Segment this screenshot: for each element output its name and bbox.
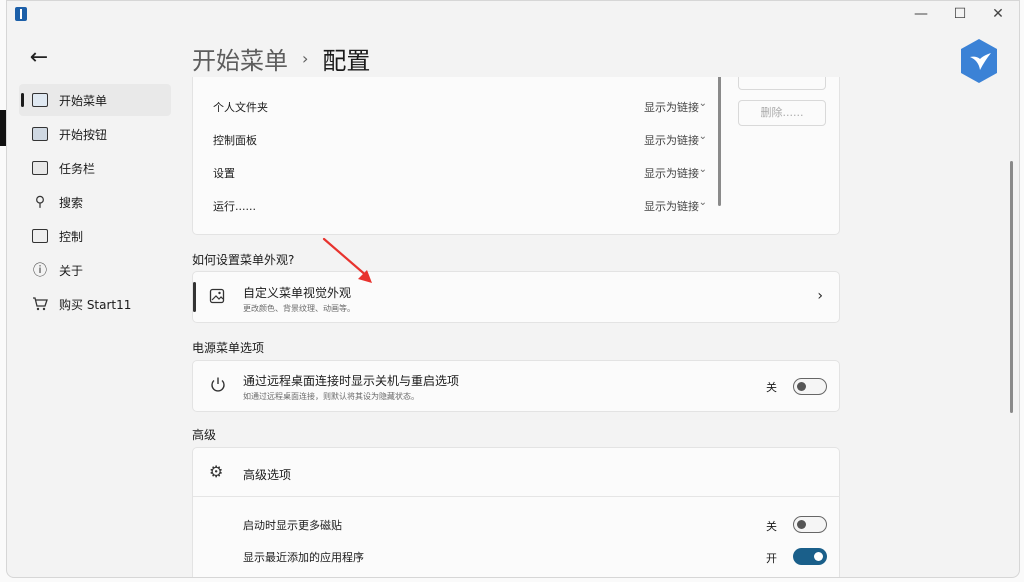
close-button[interactable]: ✕ bbox=[982, 3, 1014, 25]
add-button[interactable] bbox=[738, 77, 826, 90]
folders-scrollbar[interactable] bbox=[718, 77, 721, 206]
section-title-appearance: 如何设置菜单外观? bbox=[192, 253, 295, 267]
main-scrollbar[interactable] bbox=[1010, 161, 1013, 413]
sidebar-item-label: 任务栏 bbox=[59, 161, 96, 176]
cart-icon bbox=[31, 295, 49, 313]
chevron-down-icon[interactable]: ⌄ bbox=[699, 131, 707, 142]
advanced-row-label: 显示最近添加的应用程序 bbox=[243, 551, 364, 564]
more-tiles-toggle[interactable] bbox=[793, 516, 827, 533]
back-button[interactable]: ← bbox=[25, 45, 53, 73]
power-option-subtitle: 如通过远程桌面连接，则默认将其设为隐藏状态。 bbox=[243, 392, 419, 401]
advanced-row-label: 启动时显示更多磁贴 bbox=[243, 519, 342, 532]
folders-card: 个人文件夹 显示为链接 ⌄ 控制面板 显示为链接 ⌄ 设置 显示为链接 ⌄ 运行… bbox=[192, 77, 840, 235]
settings-content: 个人文件夹 显示为链接 ⌄ 控制面板 显示为链接 ⌄ 设置 显示为链接 ⌄ 运行… bbox=[192, 77, 840, 577]
chevron-down-icon[interactable]: ⌄ bbox=[699, 98, 707, 109]
folder-row-name: 控制面板 bbox=[213, 134, 257, 147]
taskbar-icon bbox=[31, 159, 49, 177]
page-title: 开始菜单 › 配置 bbox=[192, 41, 370, 76]
sidebar-item-buy[interactable]: 购买 Start11 bbox=[19, 288, 171, 320]
sidebar-item-about[interactable]: ⓘ 关于 bbox=[19, 254, 171, 286]
sidebar-item-search[interactable]: ⚲ 搜索 bbox=[19, 186, 171, 218]
arrow-left-icon: ← bbox=[29, 45, 49, 70]
sidebar-item-taskbar[interactable]: 任务栏 bbox=[19, 152, 171, 184]
advanced-options-header: 高级选项 bbox=[243, 468, 292, 482]
breadcrumb-parent[interactable]: 开始菜单 bbox=[192, 41, 288, 76]
app-window: — ☐ ✕ ← 开始菜单 开始按钮 任务栏 ⚲ 搜索 控制 ⓘ 关于 购买 St… bbox=[6, 0, 1020, 578]
folder-row-name: 个人文件夹 bbox=[213, 101, 268, 114]
search-icon: ⚲ bbox=[34, 194, 46, 210]
toggle-state-label: 关 bbox=[766, 381, 777, 394]
advanced-options-card: ⚙ 高级选项 启动时显示更多磁贴 关 显示最近添加的应用程序 开 bbox=[192, 447, 840, 577]
power-option-item: 通过远程桌面连接时显示关机与重启选项 如通过远程桌面连接，则默认将其设为隐藏状态… bbox=[192, 360, 840, 412]
start11-logo-icon bbox=[961, 39, 997, 83]
app-icon bbox=[15, 7, 27, 21]
power-icon bbox=[209, 376, 227, 398]
sidebar-item-label: 购买 Start11 bbox=[59, 297, 132, 312]
breadcrumb-current: 配置 bbox=[322, 47, 371, 75]
chevron-down-icon[interactable]: ⌄ bbox=[699, 164, 707, 175]
focus-indicator bbox=[193, 282, 196, 312]
delete-button[interactable]: 删除...... bbox=[738, 100, 826, 126]
recent-apps-toggle[interactable] bbox=[793, 548, 827, 565]
chevron-right-icon: › bbox=[817, 288, 823, 304]
annotation-arrow-icon bbox=[322, 237, 372, 283]
folder-row-value[interactable]: 显示为链接 bbox=[644, 198, 699, 214]
customize-appearance-item[interactable]: 自定义菜单视觉外观 更改颜色、背景纹理、动画等。 › bbox=[192, 271, 840, 323]
maximize-button[interactable]: ☐ bbox=[944, 3, 976, 25]
section-title-power: 电源菜单选项 bbox=[192, 341, 265, 355]
chevron-down-icon[interactable]: ⌄ bbox=[699, 197, 707, 208]
customize-appearance-subtitle: 更改颜色、背景纹理、动画等。 bbox=[243, 304, 355, 313]
folder-row-value[interactable]: 显示为链接 bbox=[644, 132, 699, 148]
image-icon bbox=[209, 288, 225, 308]
sidebar-nav: 开始菜单 开始按钮 任务栏 ⚲ 搜索 控制 ⓘ 关于 购买 Start11 bbox=[19, 84, 171, 322]
divider bbox=[193, 496, 840, 497]
section-title-advanced: 高级 bbox=[192, 428, 217, 442]
toggle-state-label: 关 bbox=[766, 520, 777, 533]
start-menu-icon bbox=[31, 91, 49, 109]
gear-icon: ⚙ bbox=[209, 462, 224, 481]
folder-row-value[interactable]: 显示为链接 bbox=[644, 165, 699, 181]
sidebar-item-start-menu[interactable]: 开始菜单 bbox=[19, 84, 171, 116]
sidebar-item-label: 关于 bbox=[59, 263, 84, 278]
power-option-title: 通过远程桌面连接时显示关机与重启选项 bbox=[243, 374, 460, 388]
control-icon bbox=[31, 227, 49, 245]
sidebar-item-label: 搜索 bbox=[59, 195, 84, 210]
info-icon: ⓘ bbox=[33, 263, 47, 279]
power-option-toggle[interactable] bbox=[793, 378, 827, 395]
sidebar-item-start-button[interactable]: 开始按钮 bbox=[19, 118, 171, 150]
minimize-button[interactable]: — bbox=[905, 3, 937, 25]
sidebar-item-control[interactable]: 控制 bbox=[19, 220, 171, 252]
sidebar-item-label: 控制 bbox=[59, 229, 84, 244]
folder-row-name: 设置 bbox=[213, 167, 235, 180]
sidebar-item-label: 开始按钮 bbox=[59, 127, 108, 142]
folder-row-name: 运行...... bbox=[213, 200, 256, 213]
chevron-right-icon: › bbox=[302, 49, 309, 68]
folder-row-value[interactable]: 显示为链接 bbox=[644, 99, 699, 115]
toggle-state-label: 开 bbox=[766, 552, 777, 565]
start-button-icon bbox=[31, 125, 49, 143]
sidebar-item-label: 开始菜单 bbox=[59, 93, 108, 108]
